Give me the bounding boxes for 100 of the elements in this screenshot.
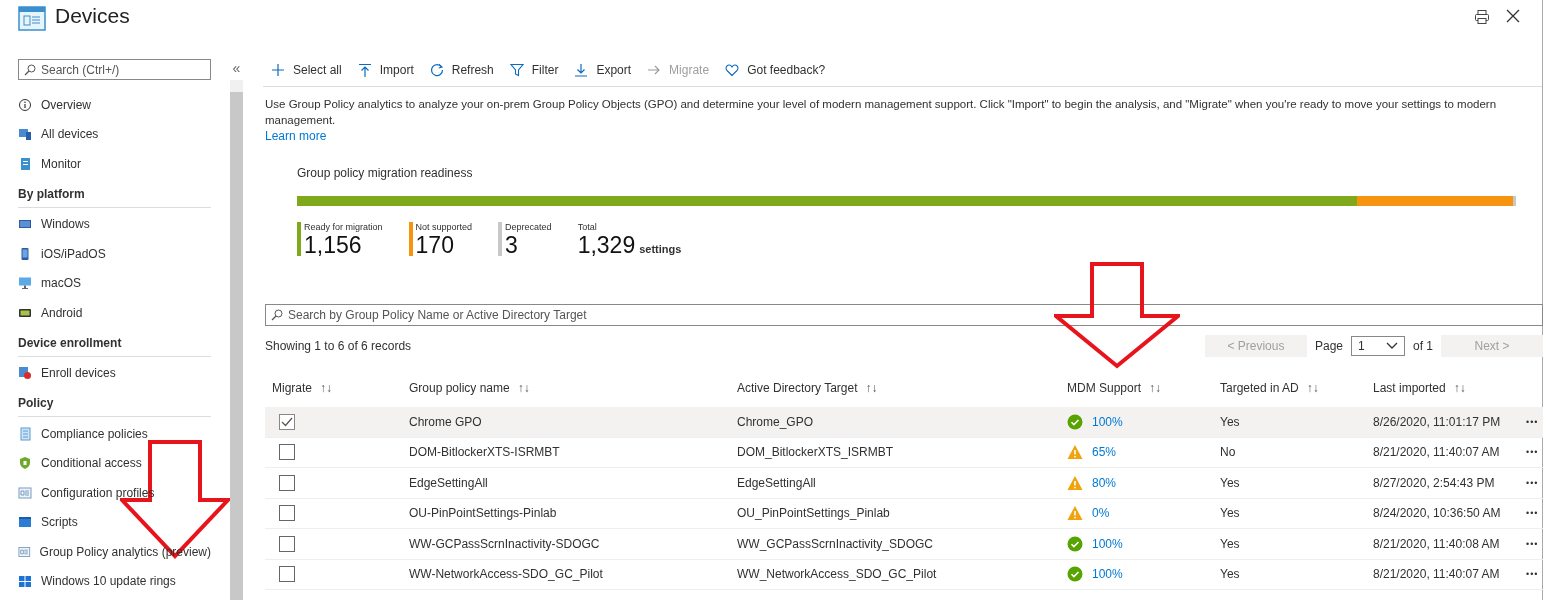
table-row[interactable]: DOM-BitlockerXTS-ISRMBT DOM_BitlockerXTS_ISRMBT 65% No 8/21/2020, 11:40:07 AM •••	[265, 437, 1543, 468]
legend-value: 170	[415, 232, 455, 258]
learn-more-link[interactable]: Learn more	[265, 129, 327, 143]
column-header[interactable]: MDM Support ↑↓	[1060, 381, 1213, 395]
column-header[interactable]: Migrate ↑↓	[265, 381, 402, 395]
table-cell: 8/26/2020, 11:01:17 PM	[1373, 414, 1501, 429]
table-cell: WW-GCPassScrnInactivity-SDOGC	[409, 536, 600, 551]
table-cell: Yes	[1220, 475, 1240, 490]
more-button[interactable]: •••	[1524, 569, 1541, 580]
toolbar-button[interactable]: Filter	[501, 59, 567, 81]
table-row[interactable]: WW-GCPassScrnInactivity-SDOGC WW_GCPassScrnInactivity_SDOGC 100% Yes 8/21/2020, 11:40:08 AM •••	[265, 529, 1543, 560]
nav-item[interactable]: Conditional access	[18, 448, 211, 478]
nav-item[interactable]: Windows 10 update rings	[18, 566, 211, 596]
nav-item[interactable]: Scripts	[18, 507, 211, 537]
more-button[interactable]: •••	[1524, 416, 1541, 427]
nav-item[interactable]: Monitor	[18, 149, 211, 179]
table-cell: OU-PinPointSettings-Pinlab	[409, 506, 557, 521]
table-row[interactable]: WW-NetworkAccess-SDO_GC_Pilot WW_NetworkAccess_SDO_GC_Pilot 100% Yes 8/21/2020, 11:40:07 AM •••	[265, 559, 1543, 590]
legend-value: 3	[505, 232, 519, 258]
print-icon[interactable]	[1474, 9, 1490, 25]
toolbar-button[interactable]: Export	[566, 59, 640, 81]
table-cell: Chrome_GPO	[737, 414, 814, 429]
refresh-icon	[429, 63, 444, 77]
info-icon	[18, 97, 32, 112]
table-cell: 8/21/2020, 11:40:08 AM	[1373, 536, 1500, 551]
percent-link[interactable]: 100%	[1092, 414, 1123, 429]
percent-link[interactable]: 100%	[1092, 536, 1123, 551]
chart-title: Group policy migration readiness	[297, 166, 474, 182]
nav-item[interactable]: Windows	[18, 209, 211, 239]
search-field[interactable]: Search by Group Policy Name or Active Directory Target	[265, 304, 1543, 326]
column-header[interactable]: Targeted in AD ↑↓	[1213, 381, 1366, 395]
page-label: Page	[1314, 339, 1343, 353]
toolbar-button[interactable]: Got feedback?	[717, 59, 834, 81]
nav-item[interactable]: Android	[18, 298, 211, 328]
description-text: Use Group Policy analytics to analyze your on-prem Group Policy Objects (GPO) and determine your level of modern management support. Click "Import" to begin the analysis, and "Migrate" when you're ready to move your settings to modern management.	[265, 97, 1498, 128]
toolbar-button[interactable]: Select all	[263, 59, 350, 81]
checkbox[interactable]	[279, 474, 295, 491]
checkbox[interactable]	[279, 535, 295, 552]
shield-icon	[18, 456, 32, 471]
percent-link[interactable]: 65%	[1092, 445, 1117, 460]
page-dropdown[interactable]: 1	[1351, 336, 1405, 356]
monitor-icon	[18, 156, 32, 171]
nav-item[interactable]: macOS	[18, 268, 211, 298]
table-cell: DOM_BitlockerXTS_ISRMBT	[737, 445, 894, 460]
section-heading: Policy	[18, 390, 211, 417]
legend-label: Total	[577, 222, 598, 232]
scrollbar[interactable]	[230, 80, 243, 600]
more-button[interactable]: •••	[1524, 477, 1541, 488]
search-icon	[24, 64, 36, 76]
search-icon	[271, 309, 283, 321]
close-icon[interactable]	[1506, 9, 1520, 23]
table-row[interactable]: EdgeSettingAll EdgeSettingAll 80% Yes 8/27/2020, 2:54:43 PM •••	[265, 468, 1543, 499]
table-row[interactable]: Chrome GPO Chrome_GPO 100% Yes 8/26/2020, 11:01:17 PM •••	[265, 407, 1543, 438]
nav-item[interactable]: Overview	[18, 90, 211, 120]
toolbar-button[interactable]: Refresh	[421, 59, 502, 81]
table-row[interactable]: OU-PinPointSettings-Pinlab OU_PinPointSettings_Pinlab 0% Yes 8/24/2020, 10:36:50 AM •••	[265, 498, 1543, 529]
table-cell: EdgeSettingAll	[737, 475, 816, 490]
document-icon	[18, 426, 32, 441]
percent-link[interactable]: 100%	[1092, 567, 1123, 582]
nav-item[interactable]: iOS/iPadOS	[18, 239, 211, 269]
checkbox[interactable]	[279, 566, 295, 583]
checkbox[interactable]	[279, 505, 295, 522]
total-unit: settings	[639, 243, 682, 255]
table-cell: OU_PinPointSettings_Pinlab	[737, 506, 890, 521]
column-header[interactable]: Active Directory Target ↑↓	[730, 381, 1060, 395]
table-cell: Yes	[1220, 567, 1240, 582]
arrow-right-icon	[647, 63, 662, 77]
more-button[interactable]: •••	[1524, 508, 1541, 519]
table-cell: EdgeSettingAll	[409, 475, 488, 490]
table-cell: Yes	[1220, 536, 1240, 551]
more-button[interactable]: •••	[1524, 447, 1541, 458]
legend-label: Ready for migration	[304, 222, 383, 232]
search-field[interactable]: Search (Ctrl+/)	[18, 59, 211, 80]
section-heading: By platform	[18, 180, 211, 208]
percent-link[interactable]: 80%	[1092, 475, 1117, 490]
toolbar-button[interactable]: Import	[349, 59, 422, 81]
upload-icon	[357, 63, 372, 77]
settings-panel-icon	[18, 544, 31, 559]
devices-icon	[18, 127, 32, 142]
table-cell: 8/24/2020, 10:36:50 AM	[1373, 506, 1501, 521]
checkbox[interactable]	[279, 413, 295, 430]
legend-label: Deprecated	[505, 222, 552, 232]
nav-item[interactable]: Compliance policies	[18, 419, 211, 449]
column-header[interactable]: Last imported ↑↓	[1366, 381, 1517, 395]
table-cell: WW-NetworkAccess-SDO_GC_Pilot	[409, 567, 603, 582]
total-value: 1,329	[577, 232, 636, 258]
nav-item[interactable]: All devices	[18, 119, 211, 149]
more-button[interactable]: •••	[1524, 538, 1541, 549]
collapse-button[interactable]: «	[230, 60, 243, 76]
table-cell: No	[1220, 445, 1236, 460]
table-cell: 8/27/2020, 2:54:43 PM	[1373, 475, 1495, 490]
heart-icon	[725, 63, 740, 77]
table-cell: DOM-BitlockerXTS-ISRMBT	[409, 445, 560, 460]
record-count: Showing 1 to 6 of 6 records	[265, 339, 412, 353]
checkbox[interactable]	[279, 444, 295, 461]
table-cell: WW_NetworkAccess_SDO_GC_Pilot	[737, 567, 937, 582]
column-header[interactable]: Group policy name ↑↓	[402, 381, 730, 395]
percent-link[interactable]: 0%	[1092, 506, 1110, 521]
table-cell: WW_GCPassScrnInactivity_SDOGC	[737, 536, 934, 551]
nav-item[interactable]: Enroll devices	[18, 358, 211, 388]
